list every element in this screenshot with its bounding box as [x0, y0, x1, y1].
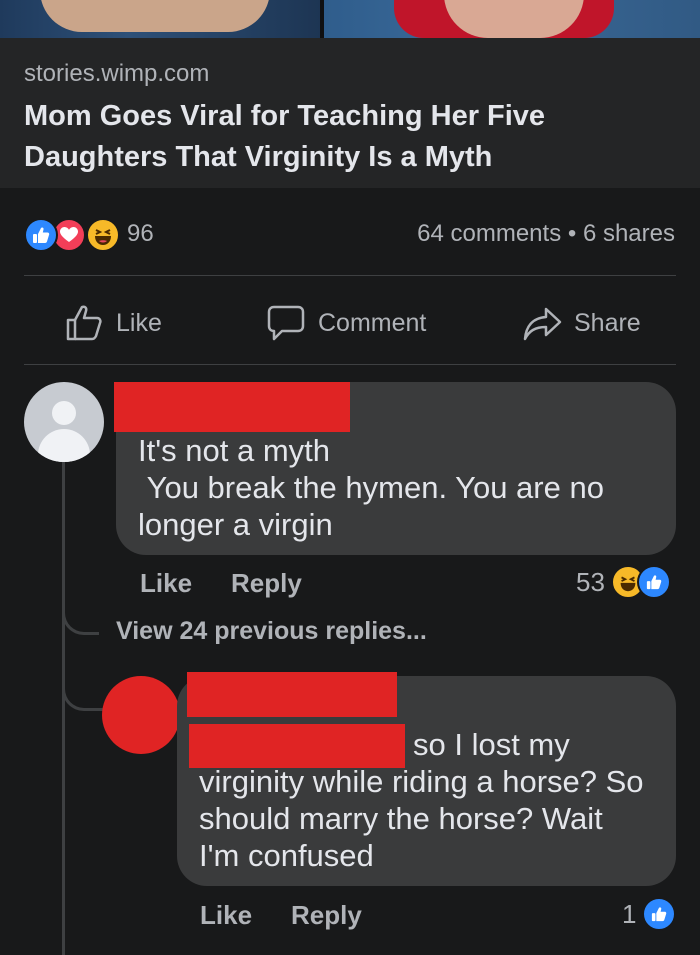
link-title: Mom Goes Viral for Teaching Her Five Dau…	[24, 100, 546, 173]
comment-text: It's not a myth You break the hymen. You…	[138, 433, 604, 542]
like-label: Like	[116, 308, 162, 337]
comment-reaction-number: 53	[576, 566, 605, 597]
post-action-bar: Like Comment Share	[0, 298, 700, 348]
link-preview-card[interactable]: stories.wimp.com Mom Goes Viral for Teac…	[0, 38, 700, 188]
commenter-avatar[interactable]	[24, 382, 104, 462]
view-previous-replies-link[interactable]: View 24 previous replies...	[116, 617, 427, 646]
hand-shape	[40, 0, 270, 32]
reply-reaction-number: 1	[622, 898, 637, 929]
link-domain: stories.wimp.com	[24, 60, 210, 87]
reaction-count[interactable]: 96	[127, 220, 154, 248]
redacted-reply-mention	[189, 724, 405, 768]
reply-like-button[interactable]: Like	[200, 900, 252, 931]
comment-reaction-count[interactable]: 53	[576, 565, 671, 599]
thread-elbow-view-replies	[62, 604, 99, 635]
reaction-summary[interactable]	[24, 218, 124, 252]
comment-bubble[interactable]: It's not a myth You break the hymen. You…	[114, 382, 676, 555]
link-preview-image[interactable]	[0, 0, 700, 38]
thumbs-up-icon	[66, 305, 102, 341]
like-reaction-icon	[642, 897, 677, 931]
comment-like-button[interactable]: Like	[140, 568, 192, 599]
actions-divider	[24, 364, 676, 365]
comment-reply-button[interactable]: Reply	[231, 568, 302, 599]
comment-label: Comment	[318, 308, 427, 337]
reply-reply-button[interactable]: Reply	[291, 900, 362, 931]
stats-divider	[24, 275, 676, 276]
comment-bubble-icon	[267, 305, 305, 341]
photo-right-half	[324, 0, 700, 38]
like-reaction-icon	[636, 565, 671, 599]
redacted-replier-name	[187, 672, 397, 717]
thread-line	[62, 462, 65, 955]
thread-elbow-reply	[62, 680, 103, 711]
reply-bubble[interactable]: so I lost my virginity while riding a ho…	[177, 672, 676, 886]
haha-reaction-icon	[86, 218, 120, 252]
comment-button[interactable]: Comment	[266, 298, 426, 348]
like-reaction-icon	[24, 218, 58, 252]
reply-text-line1: so I lost my	[413, 727, 570, 762]
avatar-body	[38, 429, 90, 462]
avatar-head	[52, 401, 76, 425]
share-arrow-icon	[523, 307, 562, 341]
reply-reaction-count[interactable]: 1	[622, 897, 677, 931]
reply-text: virginity while riding a horse? So shoul…	[199, 764, 644, 873]
post-stats: 96 64 comments • 6 shares	[0, 210, 700, 256]
share-label: Share	[574, 308, 641, 337]
comments-shares-count[interactable]: 64 comments • 6 shares	[417, 220, 675, 248]
photo-left-half	[0, 0, 320, 38]
replier-avatar-redacted[interactable]	[102, 676, 180, 754]
redacted-commenter-name	[114, 382, 350, 432]
like-button[interactable]: Like	[64, 298, 162, 348]
share-button[interactable]: Share	[522, 298, 641, 348]
